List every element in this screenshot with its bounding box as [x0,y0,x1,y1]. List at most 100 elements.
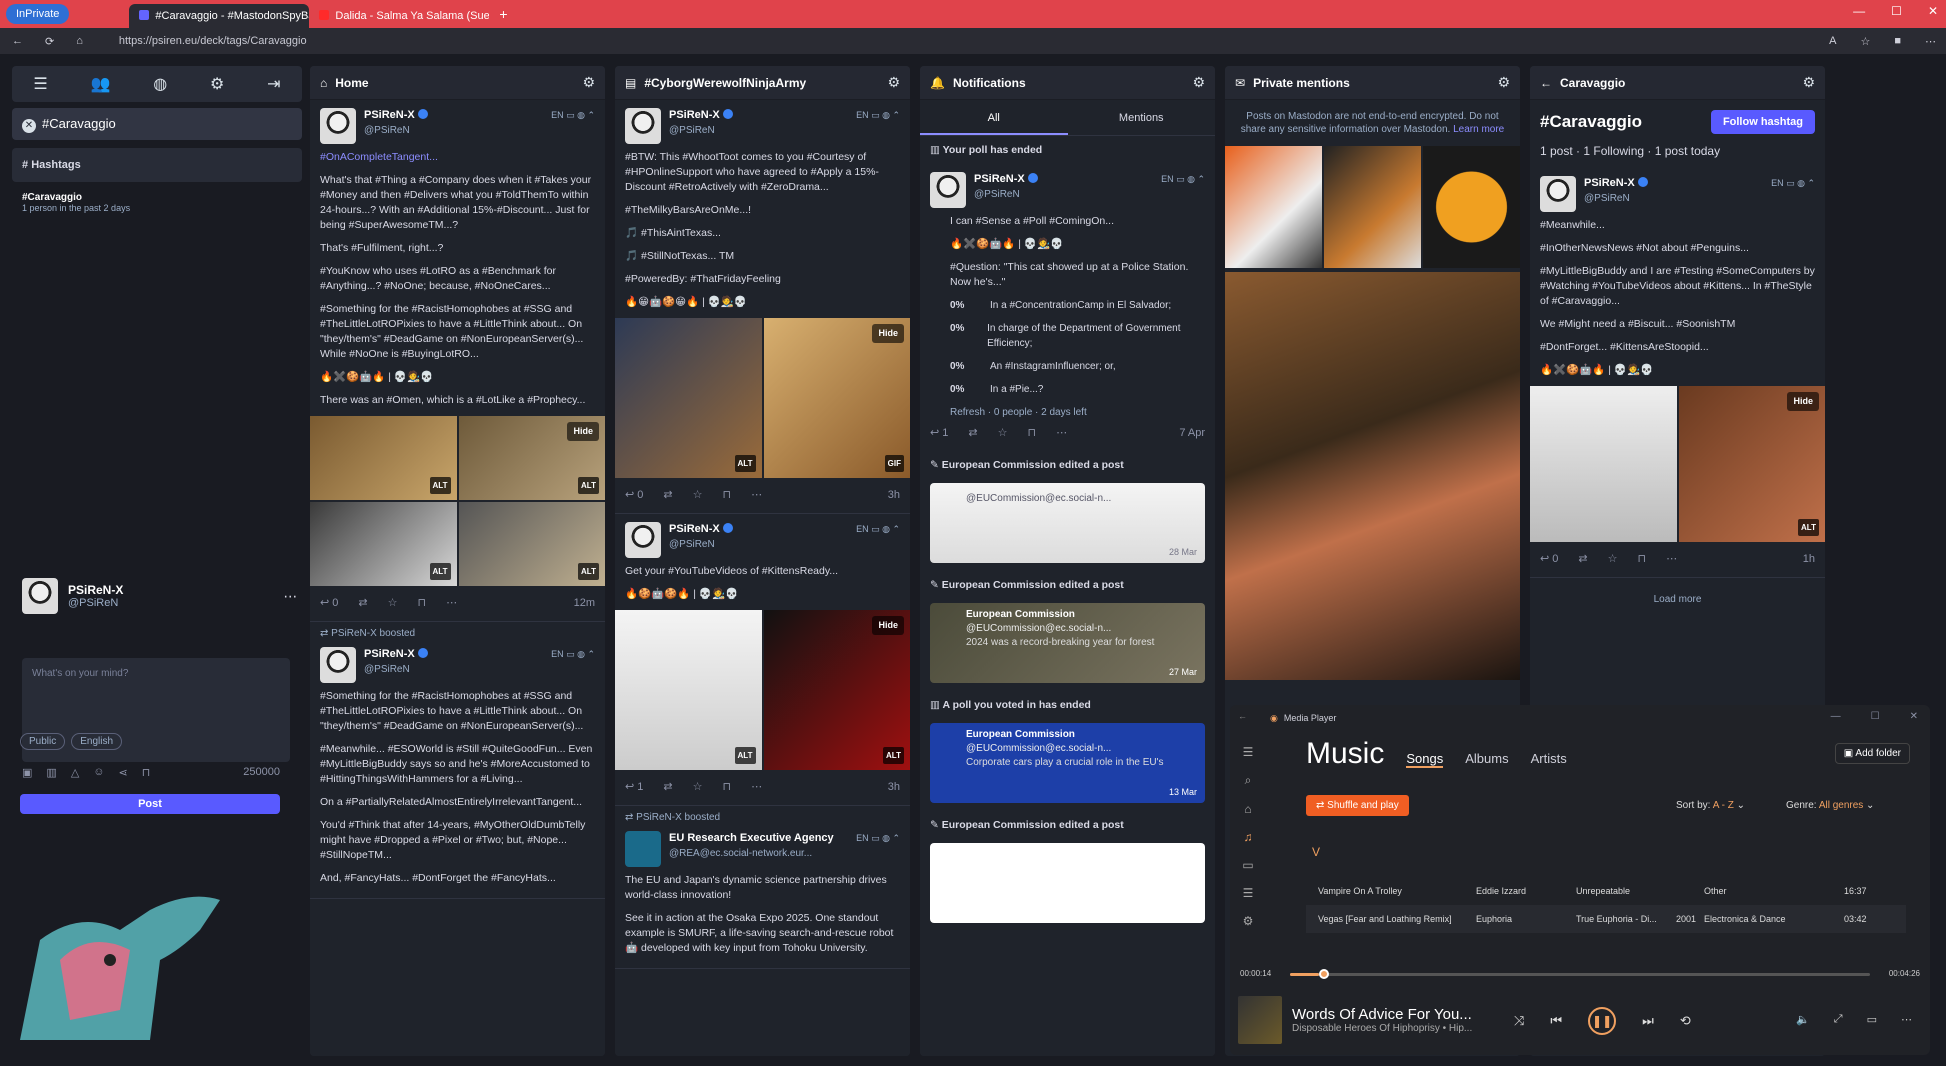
back-arrow-icon[interactable]: ← [1540,76,1552,90]
alt-badge[interactable]: ALT [578,563,599,580]
star-icon[interactable]: ☆ [693,488,703,503]
hide-media-button[interactable]: Hide [567,422,599,441]
timestamp[interactable]: 1h [1803,552,1815,567]
bookmark-icon[interactable]: ⊓ [723,488,732,503]
preferences-icon[interactable]: ⚙ [210,74,224,94]
media-image[interactable] [1530,386,1677,542]
gear-icon[interactable]: ⚙ [582,74,595,91]
hide-media-button[interactable]: Hide [872,616,904,635]
next-icon[interactable]: ⏭ [1642,1013,1654,1029]
column-header[interactable]: ← Caravaggio ⚙ [1530,66,1825,100]
more-icon[interactable]: ⋯ [283,588,297,605]
learn-more-link[interactable]: Learn more [1453,124,1504,135]
avatar[interactable] [625,108,661,144]
star-icon[interactable]: ☆ [1608,552,1618,567]
gear-icon[interactable]: ⚙ [1802,74,1815,91]
more-icon[interactable]: ⋯ [1056,426,1067,441]
status[interactable]: PSiReN-X @PSiReN EN ▭ ◍ ⌃ #Meanwhile... #I… [1530,168,1825,578]
emoji-icon[interactable]: ☺ [93,766,104,779]
more-icon[interactable]: ⋯ [751,780,762,795]
pause-button[interactable]: ❚❚ [1588,1007,1617,1035]
status[interactable]: PSiReN-X @PSiReN EN ▭ ◍ ⌃ Get your #YouTub… [615,514,910,806]
media-image[interactable]: ALT [615,610,762,770]
timestamp[interactable]: 3h [888,780,900,795]
music-icon[interactable]: ♫ [1244,830,1253,844]
status[interactable]: PSiReN-X @PSiReN EN ▭ ◍ ⌃ I can #Sense a #… [920,164,1215,451]
album-cover[interactable] [1238,996,1282,1044]
shuffle-icon[interactable]: ⤨ [1514,1013,1524,1029]
extension-icon[interactable]: ■ [1894,35,1901,48]
settings-icon[interactable]: ⚙ [1243,914,1254,928]
logout-icon[interactable]: ⇥ [267,74,280,94]
column-header[interactable]: ✉ Private mentions ⚙ [1225,66,1520,100]
alt-badge[interactable]: ALT [578,477,599,494]
author-name[interactable]: EU Research Executive Agency [669,831,848,846]
inprivate-badge[interactable]: InPrivate [6,4,70,24]
media-gallery[interactable]: Hide ALT [1530,386,1825,542]
avatar[interactable] [22,578,58,614]
now-playing-title[interactable]: Words Of Advice For You... [1292,1006,1472,1023]
visibility-button[interactable]: Public [20,733,66,750]
tab-artists[interactable]: Artists [1531,751,1567,766]
media-image[interactable]: Hide ALT [1678,386,1825,542]
minimize-icon[interactable]: — [1831,711,1841,722]
previous-icon[interactable]: ⏮ [1550,1013,1562,1029]
status[interactable]: PSiReN-X @PSiReN EN ▭ ◍ ⌃ #OnACompleteTang… [310,100,605,622]
repeat-icon[interactable]: ⟲ [1680,1013,1691,1029]
media-image[interactable] [1324,146,1421,268]
load-more-button[interactable]: Load more [1530,578,1825,621]
alt-badge[interactable]: ALT [429,477,451,494]
post-button[interactable]: Post [20,794,280,814]
column-header[interactable]: ⌂ Home ⚙ [310,66,605,100]
share-icon[interactable]: ⋖ [119,766,128,779]
playlist-icon[interactable]: ☰ [1243,886,1254,900]
back-icon[interactable]: ← [1238,711,1247,721]
notification-card[interactable] [930,843,1205,923]
settings-icon[interactable]: ⋯ [1925,35,1936,48]
active-hashtag-chip[interactable]: ✕ #Caravaggio [12,108,302,140]
reply-icon[interactable]: ↩ 0 [320,596,338,611]
author-name[interactable]: PSiReN-X [364,109,415,121]
star-icon[interactable]: ☆ [388,596,398,611]
sort-dropdown[interactable]: Sort by: A - Z ⌄ [1676,800,1745,811]
star-icon[interactable]: ☆ [693,780,703,795]
media-image[interactable]: Hide ALT [763,610,910,770]
status[interactable]: PSiReN-X @PSiReN EN ▭ ◍ ⌃ #Something for t… [310,639,605,899]
gear-icon[interactable]: ⚙ [887,74,900,91]
author-name[interactable]: PSiReN-X [364,648,415,660]
add-folder-button[interactable]: ▣ Add folder [1834,743,1910,764]
tab-mentions[interactable]: Mentions [1068,100,1216,135]
song-row[interactable]: Vampire On A Trolley Eddie Izzard Unrepe… [1306,877,1906,905]
author-name[interactable]: PSiReN-X [669,523,720,535]
bookmark-icon[interactable]: ⊓ [142,766,151,779]
alt-badge[interactable]: ALT [883,747,904,764]
alt-badge[interactable]: ALT [734,747,756,764]
home-icon[interactable]: ⌂ [76,35,83,48]
search-icon[interactable]: ⌕ [1245,773,1252,788]
timestamp[interactable]: 3h [888,488,900,503]
back-icon[interactable]: ← [12,35,23,48]
gear-icon[interactable]: ⚙ [1497,74,1510,91]
media-image[interactable]: ALT [310,502,457,586]
tab-albums[interactable]: Albums [1465,751,1508,766]
author-name[interactable]: PSiReN-X [1584,177,1635,189]
column-header[interactable]: 🔔 Notifications ⚙ [920,66,1215,100]
people-icon[interactable]: 👥 [91,74,111,94]
bookmark-icon[interactable]: ⊓ [723,780,732,795]
reply-icon[interactable]: ↩ 1 [930,426,948,441]
media-image[interactable]: ALT [615,318,762,478]
status[interactable]: EU Research Executive Agency @REA@ec.soci… [615,823,910,969]
status[interactable]: PSiReN-X @PSiReN EN ▭ ◍ ⌃ #BTW: This #Whoo… [615,100,910,514]
fullscreen-icon[interactable]: ⤢ [1834,1013,1843,1026]
alt-badge[interactable]: ALT [1798,519,1819,536]
tab-caravaggio[interactable]: #Caravaggio - #MastodonSpyBall... [129,4,310,28]
reply-icon[interactable]: ↩ 0 [625,488,643,503]
media-gallery[interactable]: ALT Hide ALT [615,610,910,770]
more-icon[interactable]: ⋯ [1666,552,1677,567]
avatar[interactable] [625,522,661,558]
tab-songs[interactable]: Songs [1406,751,1444,768]
globe-icon[interactable]: ◍ [153,74,167,94]
column-header[interactable]: ▤ #CyborgWerewolfNinjaArmy ⚙ [615,66,910,100]
menu-icon[interactable]: ☰ [33,74,47,94]
media-image[interactable]: Hide GIF [763,318,910,478]
